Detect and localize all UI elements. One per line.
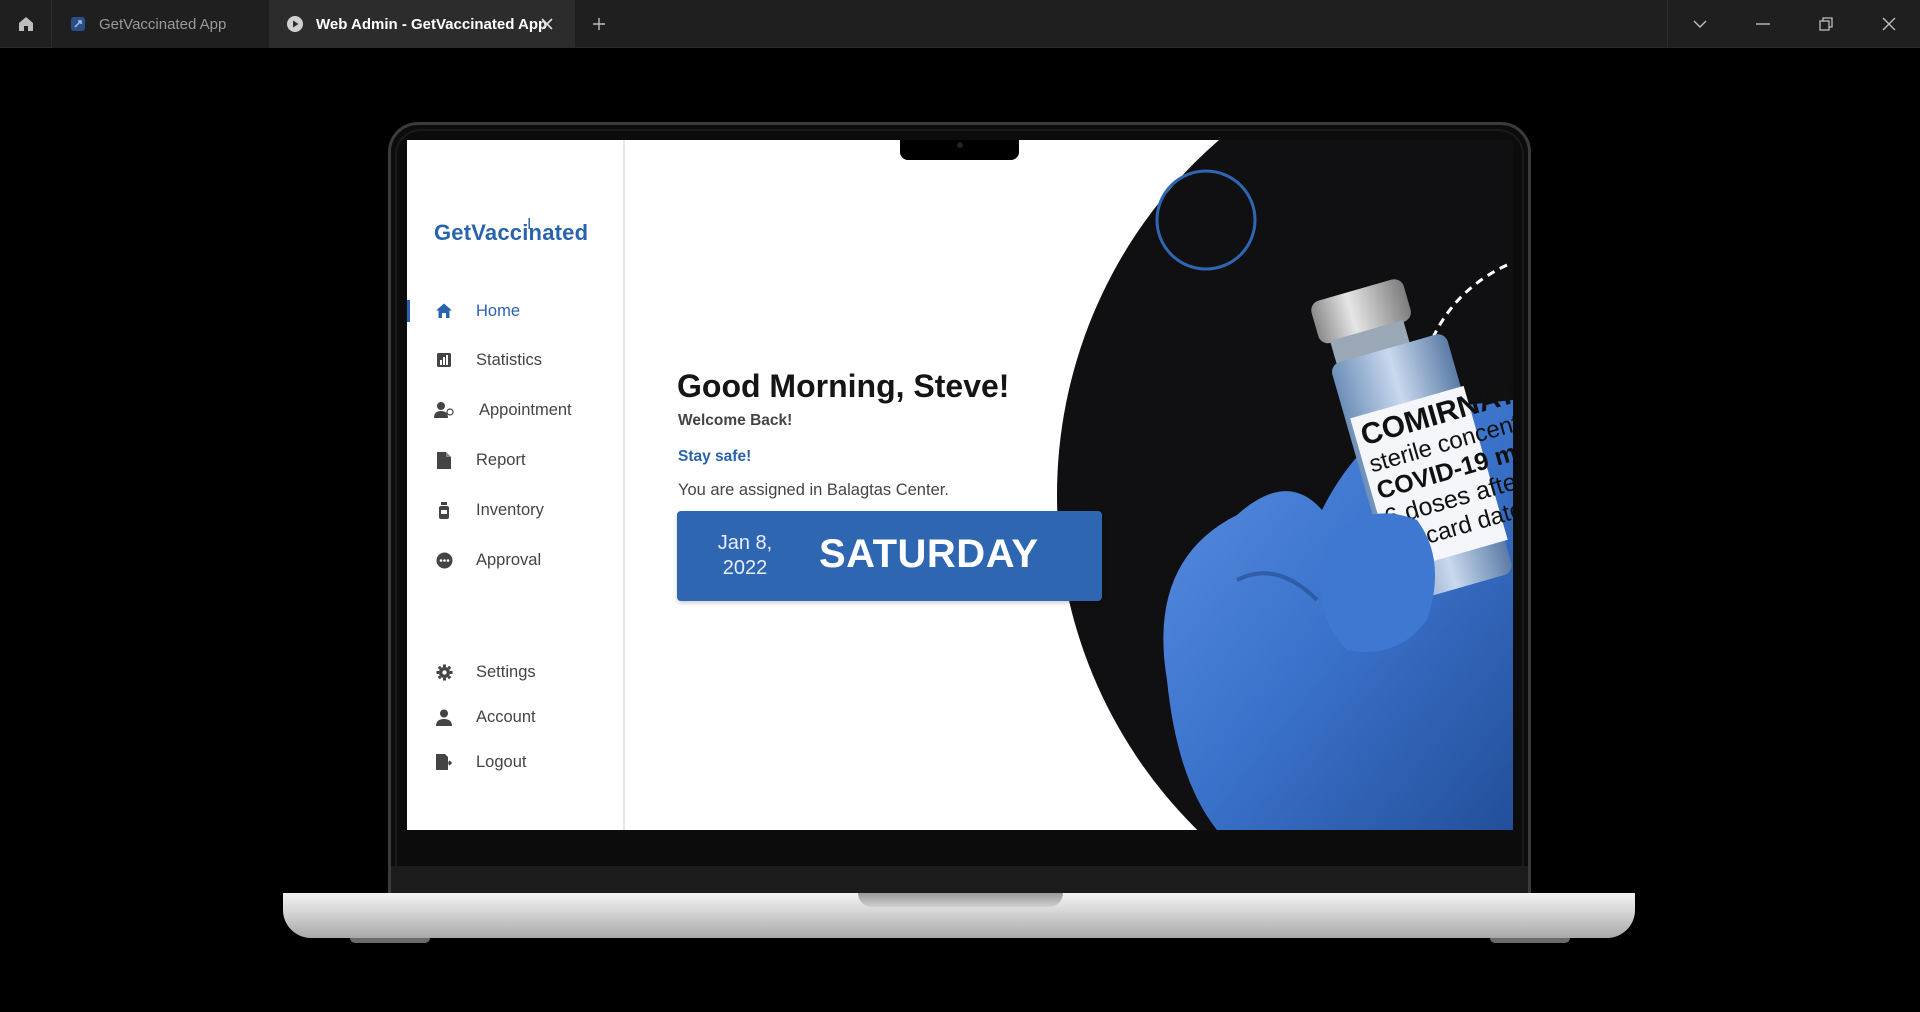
tab-label: GetVaccinated App	[99, 15, 227, 33]
vial-label-line: 6 doses after	[1381, 465, 1513, 532]
user-icon	[434, 707, 454, 727]
tab-label: Web Admin - GetVaccinated App	[316, 15, 548, 33]
sidebar-item-logout[interactable]: Logout	[407, 745, 623, 779]
browser-titlebar: GetVaccinated App Web Admin - GetVaccina…	[0, 0, 1920, 48]
laptop-base-notch	[858, 893, 1063, 907]
app-icon	[69, 15, 87, 33]
sidebar-item-label: Report	[476, 450, 526, 469]
sidebar: GetVaccinated I Home Statistics Appointm…	[407, 140, 625, 830]
sidebar-item-account[interactable]: Account	[407, 700, 623, 734]
window-controls	[1667, 0, 1920, 48]
assignment-text: You are assigned in Balagtas Center.	[678, 481, 949, 499]
restore-icon	[1818, 17, 1833, 31]
minimize-icon	[1755, 23, 1770, 25]
date-card: Jan 8, 2022 SATURDAY	[677, 511, 1102, 601]
sidebar-item-label: Statistics	[476, 350, 543, 369]
home-icon	[18, 17, 33, 31]
day-of-week: SATURDAY	[819, 532, 1039, 576]
gear-icon	[434, 662, 454, 682]
tab-getvaccinated-app[interactable]: GetVaccinated App	[52, 0, 270, 48]
laptop-foot	[1490, 938, 1570, 943]
date-label: Jan 8, 2022	[705, 531, 785, 581]
active-indicator	[407, 300, 410, 322]
app-logo: GetVaccinated	[434, 220, 589, 245]
sidebar-item-label: Account	[476, 707, 536, 726]
chevron-down-icon	[1693, 20, 1706, 28]
close-icon	[541, 18, 553, 30]
sidebar-item-label: Approval	[476, 550, 542, 569]
laptop-foot	[350, 938, 430, 943]
sidebar-item-inventory[interactable]: Inventory	[407, 493, 623, 527]
tab-list-button[interactable]	[1668, 0, 1731, 48]
tab-web-admin[interactable]: Web Admin - GetVaccinated App	[270, 0, 575, 48]
close-tab-button[interactable]	[537, 14, 557, 34]
page-title: Good Morning, Steve!	[677, 368, 1010, 404]
stay-safe-text: Stay safe!	[678, 448, 752, 465]
sidebar-item-home[interactable]: Home	[407, 294, 623, 328]
minimize-button[interactable]	[1731, 0, 1794, 48]
bar-chart-icon	[434, 350, 454, 370]
sidebar-item-label: Home	[476, 301, 521, 320]
sidebar-item-label: Appointment	[479, 400, 572, 419]
laptop-chin	[391, 866, 1528, 894]
welcome-text: Welcome Back!	[678, 412, 793, 429]
user-clock-icon	[434, 400, 454, 420]
sidebar-item-settings[interactable]: Settings	[407, 655, 623, 689]
sidebar-item-label: Logout	[476, 752, 527, 771]
vial-label-brand: COMIRNATY	[1357, 371, 1513, 452]
vial-label-line: Discard date/t	[1389, 492, 1513, 559]
vial-label-line: COVID-19 mRNA	[1374, 424, 1513, 506]
camera-icon	[957, 142, 963, 148]
play-icon	[286, 15, 304, 33]
logout-icon	[434, 752, 454, 772]
home-icon	[434, 301, 454, 321]
date-year: 2022	[722, 557, 768, 579]
date-month-day: Jan 8,	[717, 532, 773, 554]
sidebar-item-approval[interactable]: Approval	[407, 543, 623, 577]
restore-button[interactable]	[1794, 0, 1857, 48]
document-icon	[434, 450, 454, 470]
new-tab-button[interactable]	[587, 12, 611, 36]
app-screen: COMIRNATY sterile concentrat COVID-19 mR…	[407, 140, 1513, 830]
vial-icon	[434, 500, 454, 520]
sidebar-item-appointment[interactable]: Appointment	[407, 393, 623, 427]
close-icon	[1882, 17, 1895, 31]
text-cursor-icon: I	[527, 216, 532, 233]
close-window-button[interactable]	[1857, 0, 1920, 48]
sidebar-item-report[interactable]: Report	[407, 443, 623, 477]
home-button[interactable]	[0, 0, 52, 48]
sidebar-item-label: Inventory	[476, 500, 544, 519]
ellipsis-circle-icon	[434, 550, 454, 570]
vial-label-line: sterile concentrat	[1366, 402, 1513, 478]
sidebar-item-statistics[interactable]: Statistics	[407, 343, 623, 377]
plus-icon	[593, 18, 605, 30]
sidebar-item-label: Settings	[476, 662, 536, 681]
